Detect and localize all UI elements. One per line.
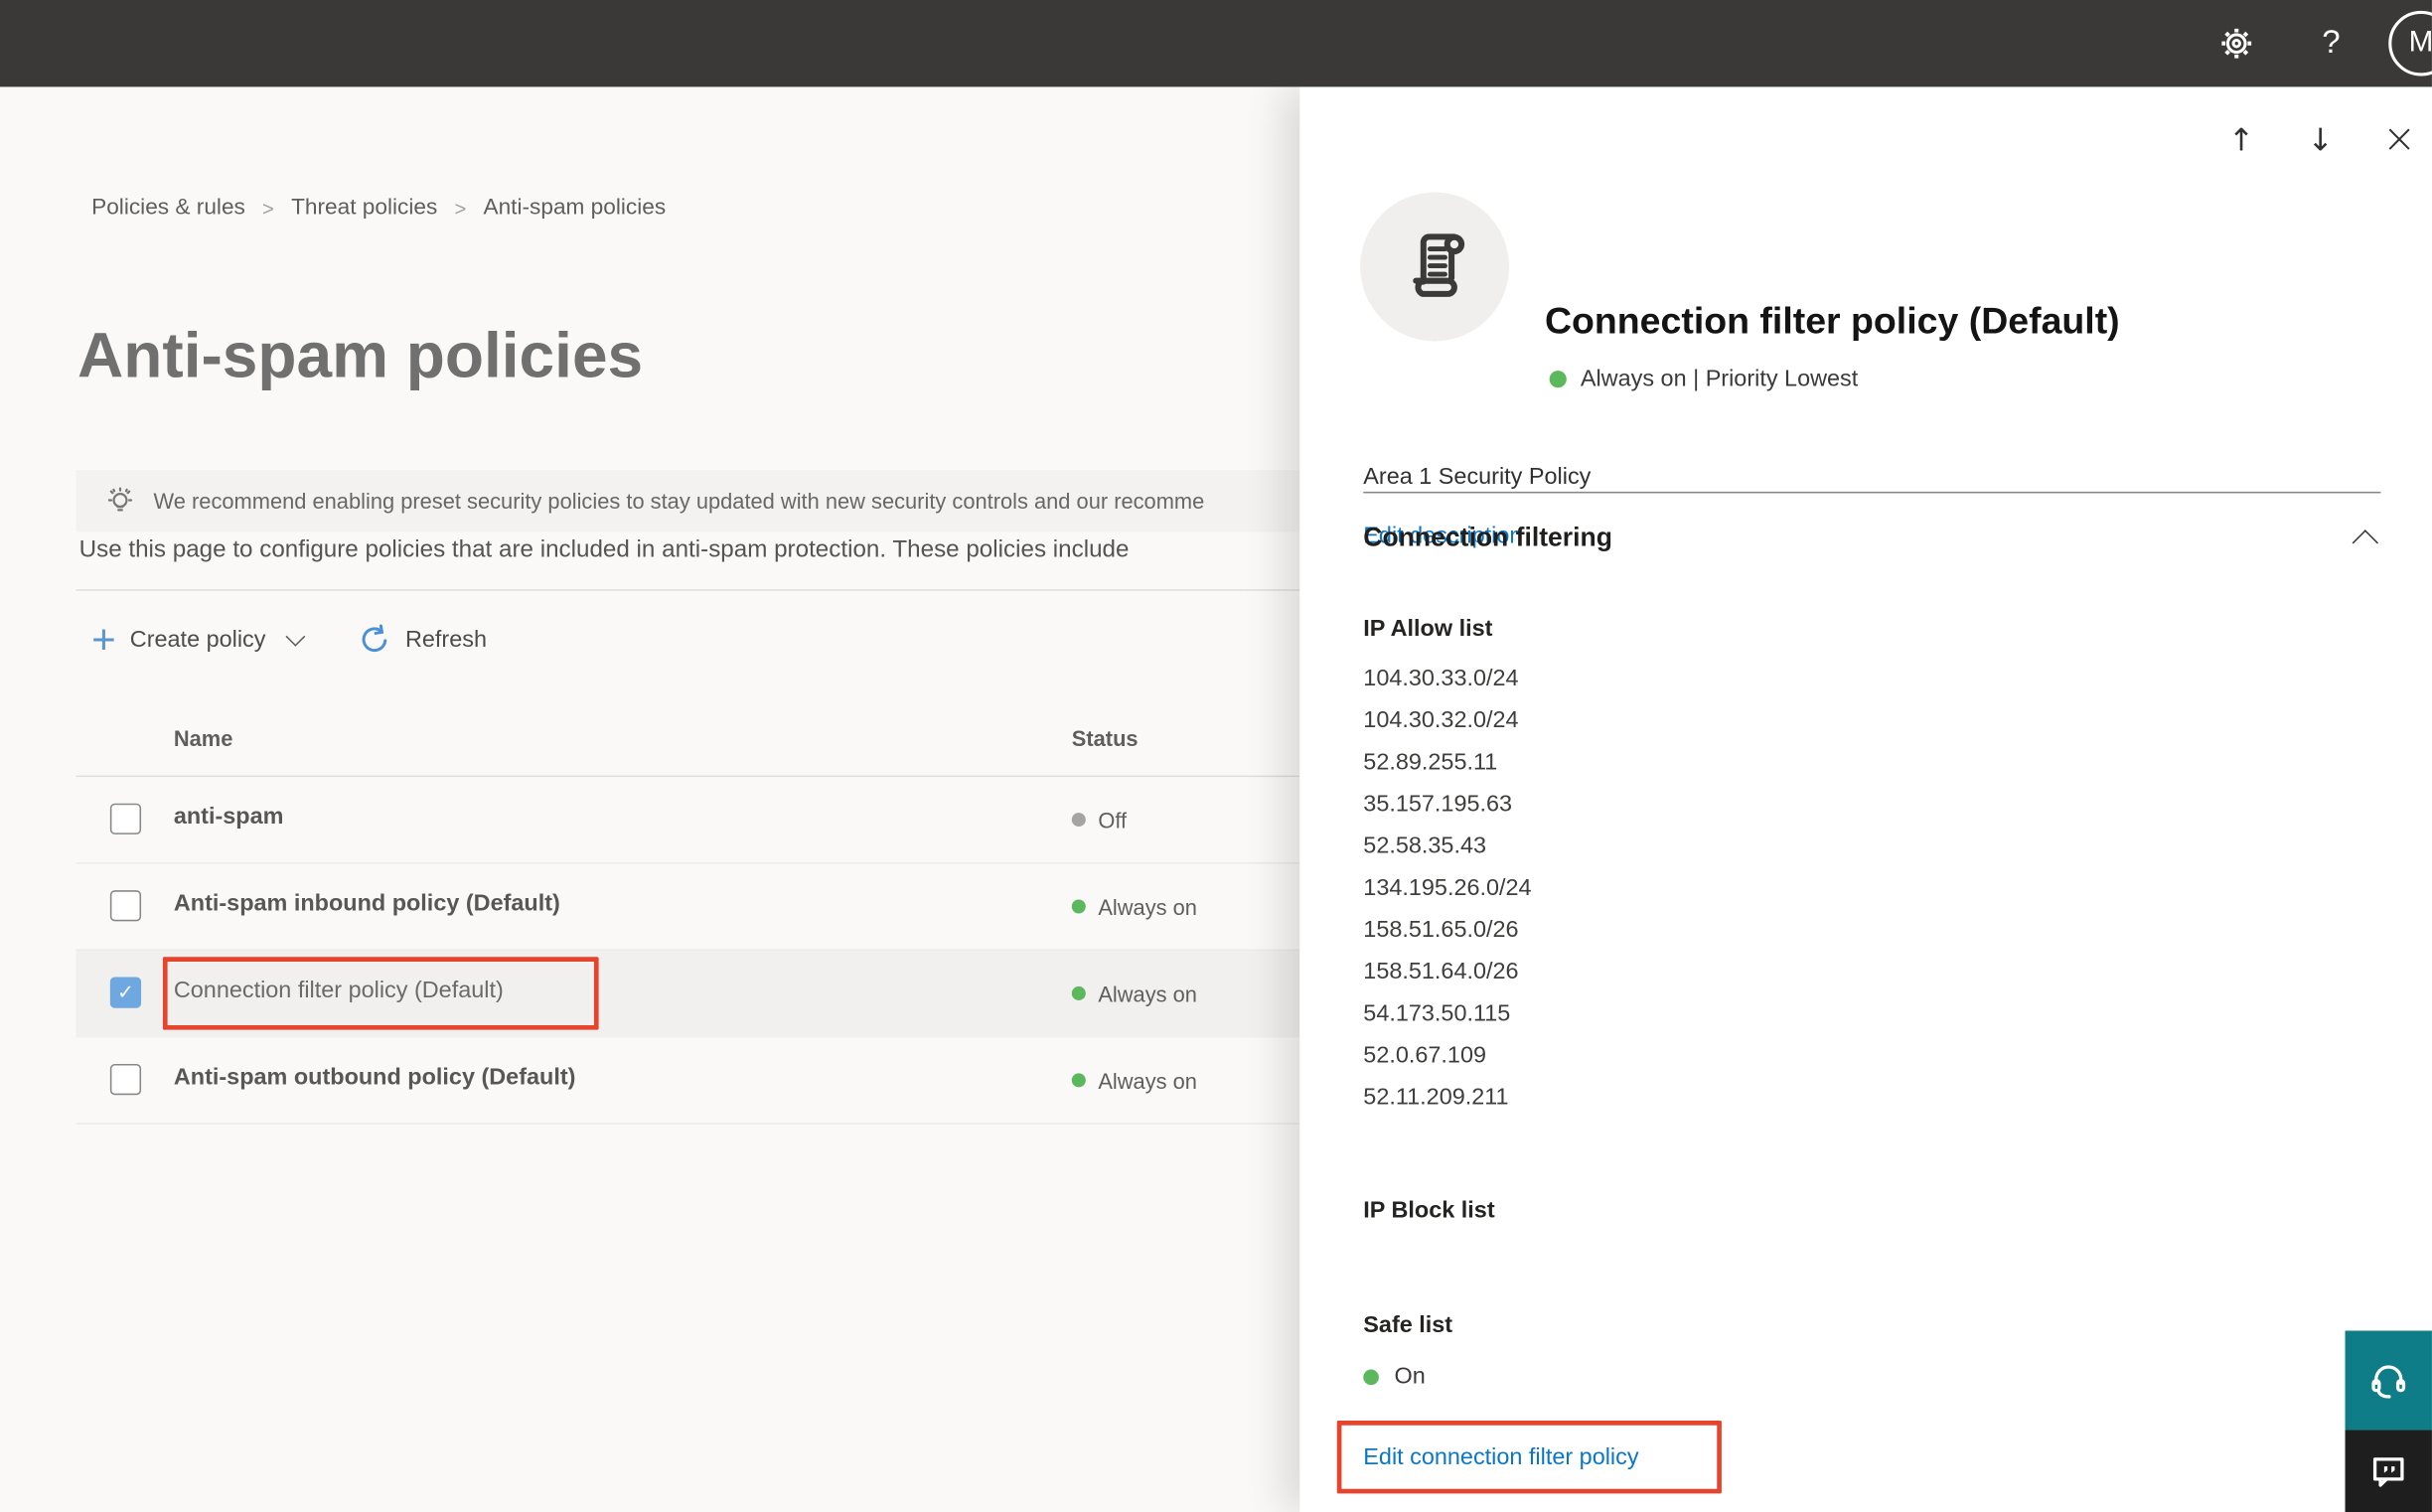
- support-button[interactable]: [2345, 1330, 2432, 1431]
- ip-entry: 104.30.32.0/24: [1363, 706, 1519, 734]
- ip-entry: 158.51.65.0/26: [1363, 916, 1519, 944]
- table-row-inbound-policy[interactable]: Anti-spam inbound policy (Default) Alway…: [76, 864, 1300, 952]
- account-avatar[interactable]: M: [2388, 10, 2432, 76]
- refresh-button[interactable]: Refresh: [359, 623, 487, 656]
- column-header-status[interactable]: Status: [1072, 726, 1139, 751]
- status-cell: Off: [1071, 777, 1128, 862]
- topbar: ? M: [0, 0, 2432, 87]
- breadcrumb: Policies & rules > Threat policies > Ant…: [91, 196, 666, 221]
- breadcrumb-threat-policies[interactable]: Threat policies: [291, 196, 437, 221]
- down-arrow-icon: ↓: [2307, 120, 2334, 159]
- status-label: Always on: [1098, 981, 1197, 1006]
- status-label: Off: [1098, 807, 1128, 832]
- status-dot-on: [1071, 1073, 1086, 1088]
- table-row-outbound-policy[interactable]: Anti-spam outbound policy (Default) Alwa…: [76, 1037, 1300, 1125]
- connection-filtering-section-header[interactable]: Connection filtering: [1363, 523, 2380, 556]
- ip-entry: 52.58.35.43: [1363, 832, 1487, 859]
- safe-list-status: On: [1363, 1363, 1426, 1390]
- previous-item-button[interactable]: ↑: [2224, 118, 2258, 162]
- table-row-anti-spam[interactable]: anti-spam Off: [76, 777, 1300, 864]
- policy-name[interactable]: anti-spam: [174, 804, 284, 831]
- ip-block-list-heading: IP Block list: [1363, 1197, 1495, 1224]
- policy-name[interactable]: Anti-spam inbound policy (Default): [174, 890, 560, 917]
- status-dot-on: [1071, 985, 1086, 1000]
- create-policy-button[interactable]: + Create policy: [91, 615, 306, 663]
- help-icon: ?: [2322, 24, 2341, 61]
- edit-connection-filter-policy-link[interactable]: Edit connection filter policy: [1363, 1443, 1638, 1470]
- row-checkbox[interactable]: [109, 803, 142, 834]
- create-policy-label: Create policy: [129, 625, 266, 653]
- panel-nav: ↑ ↓ ×: [2224, 118, 2417, 162]
- refresh-label: Refresh: [404, 625, 487, 653]
- plus-icon: +: [91, 615, 116, 663]
- ip-entry: 104.30.33.0/24: [1363, 665, 1519, 692]
- status-dot-on: [1363, 1368, 1379, 1385]
- feedback-button[interactable]: [2345, 1430, 2432, 1512]
- close-icon: ×: [2382, 116, 2417, 163]
- panel-title: Connection filter policy (Default): [1544, 300, 2120, 344]
- status-cell: Always on: [1071, 1037, 1197, 1123]
- row-checkbox[interactable]: [109, 890, 142, 922]
- status-label: Always on: [1098, 894, 1197, 920]
- policy-avatar: [1360, 192, 1510, 342]
- headset-icon: [2365, 1357, 2412, 1404]
- status-dot-off: [1071, 813, 1086, 828]
- banner-text: We recommend enabling preset security po…: [153, 488, 1205, 514]
- safe-list-heading: Safe list: [1363, 1311, 1453, 1339]
- status-dot-on: [1549, 371, 1567, 388]
- breadcrumb-separator-icon: >: [262, 196, 274, 220]
- table-header: Name Status: [76, 705, 1300, 778]
- panel-status-line: Always on | Priority Lowest: [1549, 366, 1859, 392]
- panel-divider: [1363, 491, 2381, 494]
- breadcrumb-separator-icon: >: [454, 196, 467, 220]
- status-cell: Always on: [1071, 864, 1197, 950]
- status-cell: Always on: [1071, 951, 1197, 1036]
- help-button[interactable]: ?: [2305, 0, 2357, 86]
- ip-entry: 52.11.209.211: [1363, 1084, 1509, 1111]
- policy-description: Area 1 Security Policy: [1363, 463, 1592, 491]
- ip-entry: 54.173.50.115: [1363, 999, 1511, 1027]
- ip-entry: 158.51.64.0/26: [1363, 958, 1519, 985]
- next-item-button[interactable]: ↓: [2303, 118, 2337, 162]
- details-panel: ↑ ↓ × Connection filter policy (Default): [1299, 86, 2432, 1512]
- breadcrumb-anti-spam-policies[interactable]: Anti-spam policies: [483, 196, 666, 221]
- ip-entry: 134.195.26.0/24: [1363, 874, 1532, 902]
- app-root: ? M Policies & rules > Threat policies >…: [0, 0, 2432, 1512]
- ip-allow-list-heading: IP Allow list: [1363, 615, 1493, 643]
- row-checkbox[interactable]: [109, 1063, 142, 1096]
- checkmark-icon: ✓: [116, 980, 134, 1004]
- gear-icon: [2216, 23, 2257, 64]
- avatar-initial: M: [2408, 26, 2432, 60]
- policy-name[interactable]: Anti-spam outbound policy (Default): [174, 1064, 576, 1091]
- lightbulb-icon: [102, 483, 138, 519]
- ip-entry: 35.157.195.63: [1363, 791, 1513, 818]
- scroll-icon: [1390, 222, 1480, 312]
- up-arrow-icon: ↑: [2227, 120, 2255, 159]
- red-highlight-box: Edit connection filter policy: [1336, 1421, 1722, 1494]
- policies-table: Name Status anti-spam Off Anti-spam inbo…: [76, 705, 1300, 1125]
- feedback-icon: [2366, 1449, 2410, 1493]
- ip-allow-list: 104.30.33.0/24 104.30.32.0/24 52.89.255.…: [1363, 658, 1531, 1119]
- column-header-name[interactable]: Name: [174, 726, 233, 751]
- row-checkbox-checked[interactable]: ✓: [109, 977, 142, 1008]
- ip-entry: 52.89.255.11: [1363, 749, 1498, 776]
- chevron-down-icon: [285, 626, 306, 647]
- command-bar: + Create policy Refresh: [91, 611, 487, 667]
- table-row-connection-filter-policy[interactable]: ✓ Connection filter policy (Default) Alw…: [76, 951, 1300, 1038]
- safe-list-status-label: On: [1394, 1363, 1426, 1390]
- settings-button[interactable]: [2208, 0, 2264, 86]
- policy-name[interactable]: Connection filter policy (Default): [174, 978, 504, 1004]
- ip-entry: 52.0.67.109: [1363, 1042, 1487, 1069]
- breadcrumb-policies-rules[interactable]: Policies & rules: [91, 196, 245, 221]
- status-dot-on: [1071, 899, 1086, 914]
- refresh-icon: [359, 623, 391, 656]
- section-title: Connection filtering: [1363, 523, 1612, 552]
- status-label: Always on: [1098, 1067, 1197, 1093]
- close-panel-button[interactable]: ×: [2382, 118, 2416, 162]
- page-title: Anti-spam policies: [77, 319, 644, 391]
- panel-status-text: Always on | Priority Lowest: [1580, 366, 1859, 392]
- page-description: Use this page to configure policies that…: [78, 536, 1130, 563]
